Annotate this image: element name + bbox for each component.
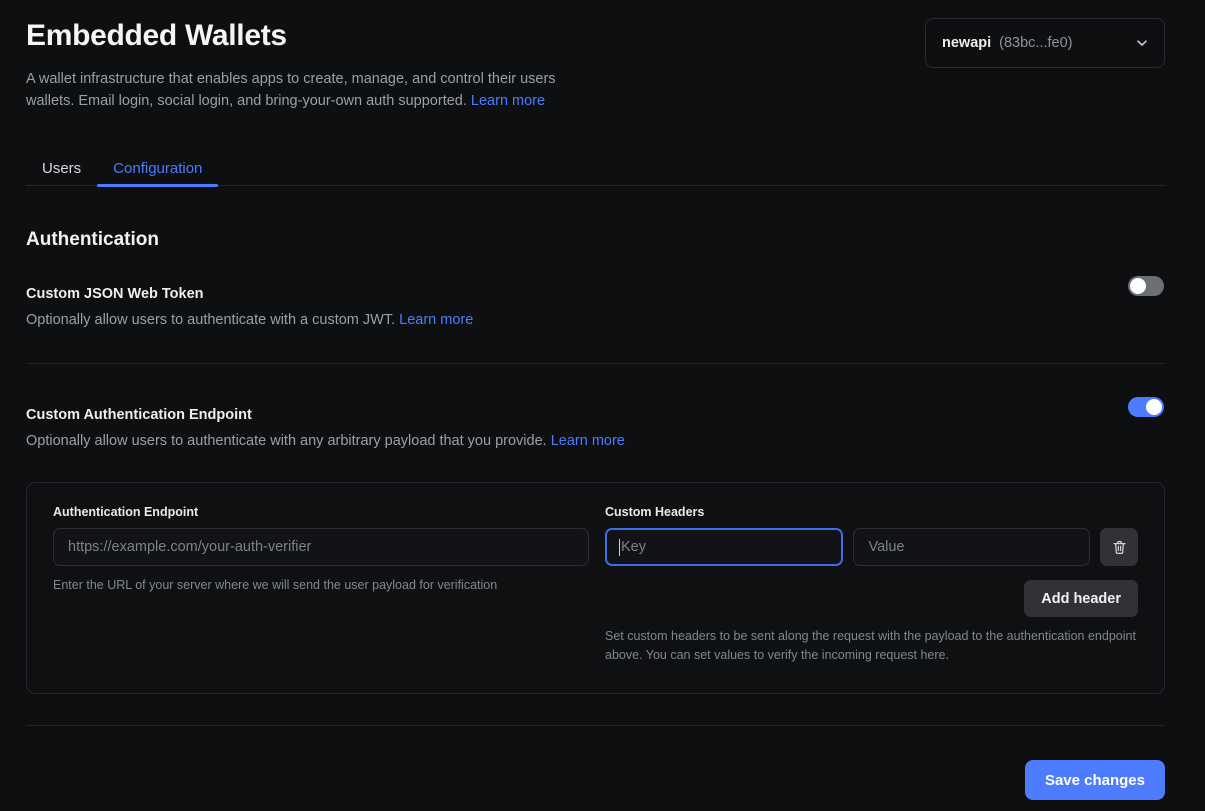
card-grid: Authentication Endpoint https://example.… <box>53 505 1138 665</box>
page-header: Embedded Wallets A wallet infrastructure… <box>26 18 1165 112</box>
header-value-input[interactable]: Value <box>853 528 1090 566</box>
tab-bar: Users Configuration <box>26 150 1165 186</box>
custom-headers-label: Custom Headers <box>605 505 1138 519</box>
chevron-down-icon <box>1134 35 1150 51</box>
divider <box>26 363 1165 364</box>
setting-custom-jwt: Custom JSON Web Token Optionally allow u… <box>26 286 1165 330</box>
authentication-endpoint-input[interactable]: https://example.com/your-auth-verifier <box>53 528 589 566</box>
custom-header-row: Key Value <box>605 528 1138 566</box>
toggle-custom-auth-endpoint[interactable] <box>1128 397 1164 417</box>
title-block: Embedded Wallets A wallet infrastructure… <box>26 18 586 112</box>
text-caret <box>619 539 620 556</box>
delete-header-button[interactable] <box>1100 528 1138 566</box>
tab-users[interactable]: Users <box>26 150 97 186</box>
custom-headers-help-text: Set custom headers to be sent along the … <box>605 627 1138 665</box>
endpoint-help-text: Enter the URL of your server where we wi… <box>53 576 589 595</box>
setting-custom-auth-endpoint-learn-more-link[interactable]: Learn more <box>551 433 625 449</box>
project-selector[interactable]: newapi (83bc...fe0) <box>925 18 1165 68</box>
tab-configuration[interactable]: Configuration <box>97 150 218 186</box>
add-header-row: Add header <box>605 580 1138 617</box>
project-selector-name: newapi <box>942 35 991 51</box>
endpoint-field-label: Authentication Endpoint <box>53 505 589 519</box>
section-title-authentication: Authentication <box>26 229 159 251</box>
toggle-knob <box>1146 399 1162 415</box>
setting-custom-auth-endpoint-label: Custom Authentication Endpoint <box>26 407 1165 423</box>
custom-headers-column: Custom Headers Key Value <box>605 505 1138 665</box>
header-learn-more-link[interactable]: Learn more <box>471 93 545 109</box>
setting-custom-auth-endpoint-description-text: Optionally allow users to authenticate w… <box>26 433 547 449</box>
add-header-button[interactable]: Add header <box>1024 580 1138 617</box>
page-description-line2: wallets. Email login, social login, and … <box>26 93 467 109</box>
embedded-wallets-page: Embedded Wallets A wallet infrastructure… <box>0 0 1205 811</box>
trash-icon <box>1111 539 1128 556</box>
header-key-placeholder: Key <box>621 539 646 555</box>
auth-endpoint-config-card: Authentication Endpoint https://example.… <box>26 482 1165 694</box>
divider <box>26 725 1165 726</box>
toggle-knob <box>1130 278 1146 294</box>
setting-custom-auth-endpoint: Custom Authentication Endpoint Optionall… <box>26 407 1165 451</box>
toggle-custom-jwt[interactable] <box>1128 276 1164 296</box>
page-description-line1: A wallet infrastructure that enables app… <box>26 71 556 87</box>
save-changes-button[interactable]: Save changes <box>1025 760 1165 800</box>
setting-custom-jwt-description: Optionally allow users to authenticate w… <box>26 310 1165 330</box>
page-description: A wallet infrastructure that enables app… <box>26 68 586 112</box>
endpoint-column: Authentication Endpoint https://example.… <box>53 505 589 665</box>
setting-custom-jwt-description-text: Optionally allow users to authenticate w… <box>26 312 395 328</box>
page-title: Embedded Wallets <box>26 18 586 54</box>
setting-custom-auth-endpoint-description: Optionally allow users to authenticate w… <box>26 431 1165 451</box>
project-selector-id: (83bc...fe0) <box>999 35 1126 51</box>
header-key-input[interactable]: Key <box>605 528 843 566</box>
setting-custom-jwt-label: Custom JSON Web Token <box>26 286 1165 302</box>
setting-custom-jwt-learn-more-link[interactable]: Learn more <box>399 312 473 328</box>
